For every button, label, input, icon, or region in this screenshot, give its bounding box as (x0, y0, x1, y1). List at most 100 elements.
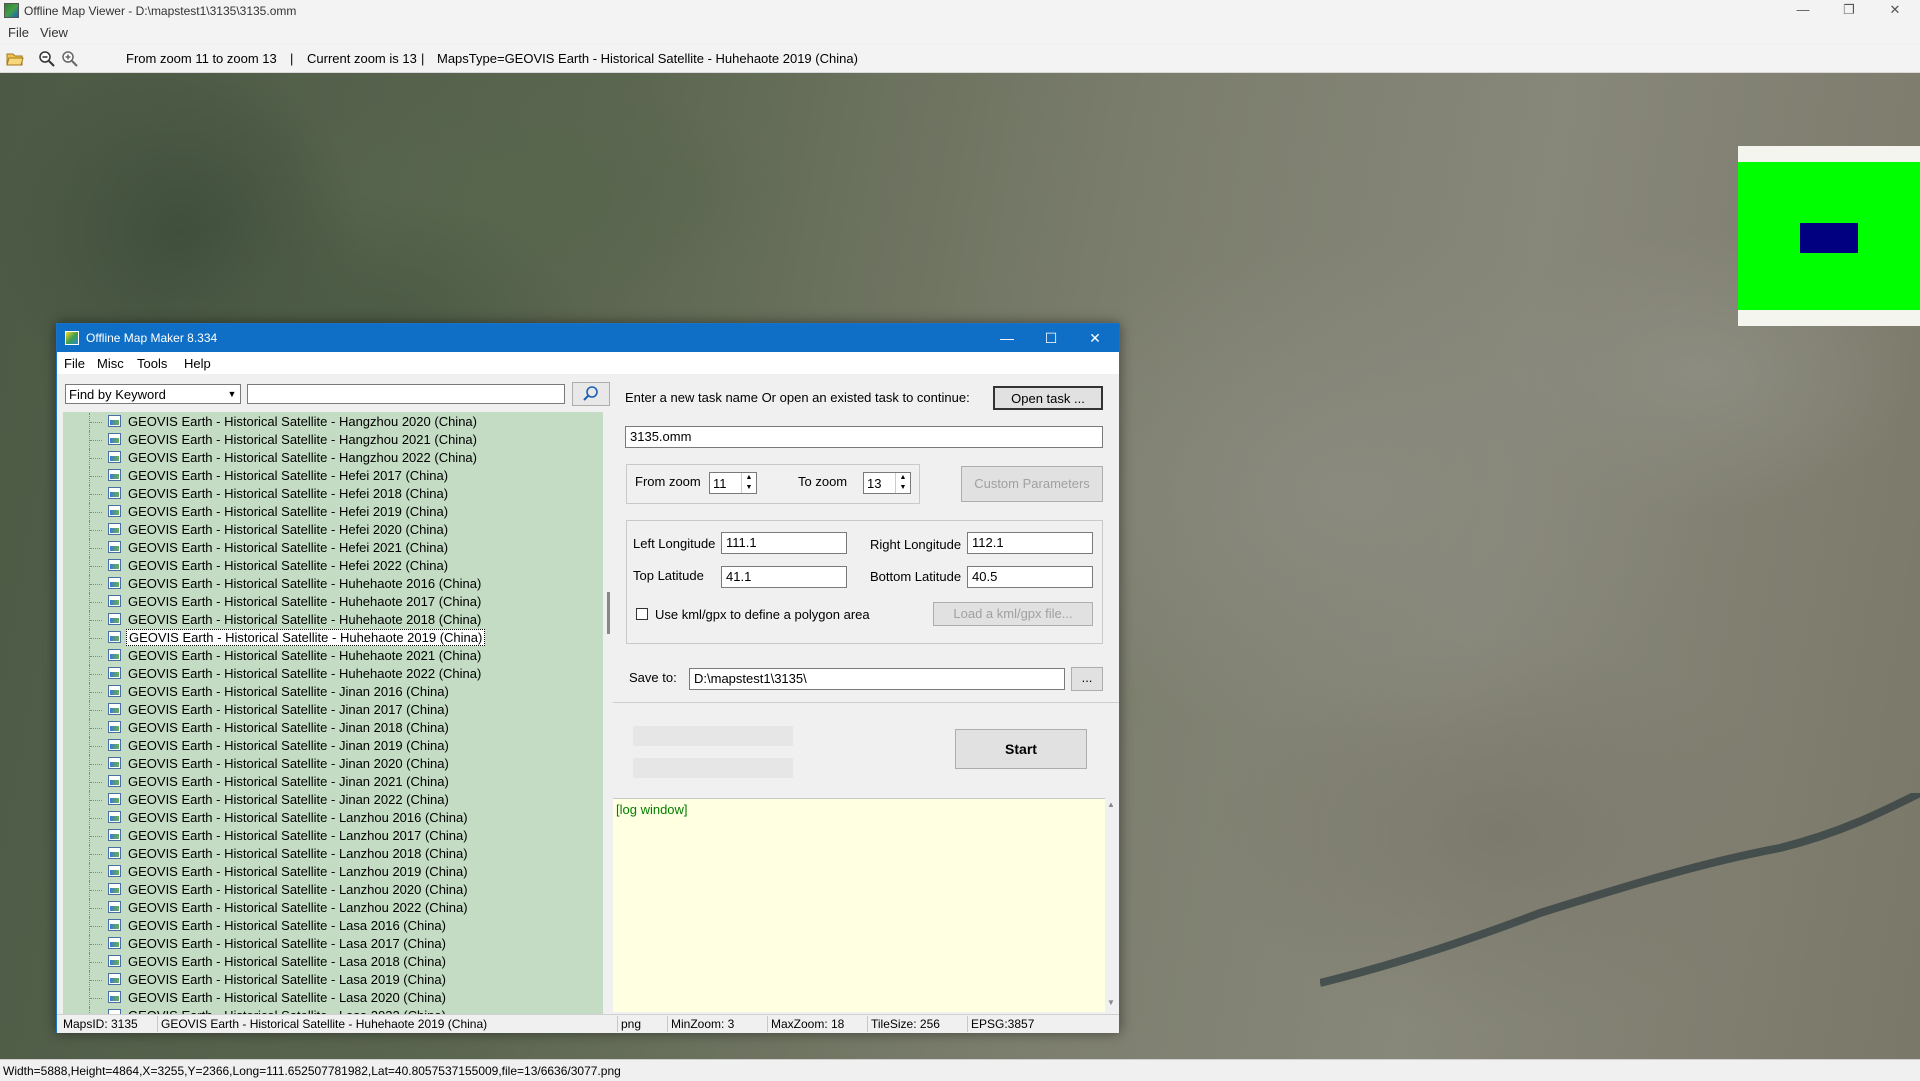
map-type-tree[interactable]: GEOVIS Earth - Historical Satellite - Ha… (63, 412, 603, 1018)
spinner-up-icon[interactable]: ▲ (741, 473, 756, 483)
open-task-button[interactable]: Open task ... (993, 386, 1103, 410)
viewer-toolbar: From zoom 11 to zoom 13 | Current zoom i… (0, 45, 1920, 73)
left-longitude-field[interactable]: 111.1 (721, 532, 847, 554)
browse-button[interactable]: ... (1071, 667, 1103, 691)
tree-item[interactable]: GEOVIS Earth - Historical Satellite - Ji… (63, 791, 603, 809)
tree-item[interactable]: GEOVIS Earth - Historical Satellite - Hu… (63, 665, 603, 683)
restore-button[interactable]: ❐ (1826, 0, 1872, 22)
tree-item[interactable]: GEOVIS Earth - Historical Satellite - Ji… (63, 701, 603, 719)
save-to-field[interactable]: D:\mapstest1\3135\ (689, 668, 1065, 690)
dialog-maximize-button[interactable]: ☐ (1029, 327, 1073, 349)
tree-item-label: GEOVIS Earth - Historical Satellite - He… (128, 540, 449, 555)
spinner-up-icon[interactable]: ▲ (895, 473, 910, 483)
tree-item[interactable]: GEOVIS Earth - Historical Satellite - La… (63, 917, 603, 935)
tree-item[interactable]: GEOVIS Earth - Historical Satellite - La… (63, 827, 603, 845)
status-separator (157, 1016, 158, 1032)
tree-item[interactable]: GEOVIS Earth - Historical Satellite - Hu… (63, 611, 603, 629)
close-button[interactable]: ✕ (1872, 0, 1918, 22)
tree-item[interactable]: GEOVIS Earth - Historical Satellite - Hu… (63, 575, 603, 593)
search-button[interactable] (572, 382, 610, 406)
map-layer-icon (108, 541, 121, 553)
tree-item[interactable]: GEOVIS Earth - Historical Satellite - La… (63, 845, 603, 863)
dialog-menu-help[interactable]: Help (184, 356, 211, 371)
right-longitude-label: Right Longitude (870, 537, 962, 552)
from-zoom-spinner[interactable]: 11 ▲ ▼ (709, 472, 757, 494)
tree-item[interactable]: GEOVIS Earth - Historical Satellite - He… (63, 503, 603, 521)
tree-item[interactable]: GEOVIS Earth - Historical Satellite - Hu… (63, 647, 603, 665)
tree-item[interactable]: GEOVIS Earth - Historical Satellite - Hu… (63, 593, 603, 611)
zoom-in-icon[interactable] (61, 50, 79, 67)
tree-item[interactable]: GEOVIS Earth - Historical Satellite - Ha… (63, 413, 603, 431)
tree-item-label: GEOVIS Earth - Historical Satellite - Hu… (128, 594, 482, 609)
status-min-zoom: MinZoom: 3 (671, 1017, 735, 1031)
kml-checkbox[interactable] (636, 608, 648, 620)
tree-guide-line (90, 890, 102, 891)
dialog-menu-tools[interactable]: Tools (137, 356, 167, 371)
right-longitude-field[interactable]: 112.1 (967, 532, 1093, 554)
map-layer-icon (108, 829, 121, 841)
top-latitude-field[interactable]: 41.1 (721, 566, 847, 588)
tree-item[interactable]: GEOVIS Earth - Historical Satellite - La… (63, 953, 603, 971)
tree-item[interactable]: GEOVIS Earth - Historical Satellite - Ji… (63, 719, 603, 737)
tree-item[interactable]: GEOVIS Earth - Historical Satellite - He… (63, 557, 603, 575)
map-layer-icon (108, 937, 121, 949)
dialog-menu-bar: File Misc Tools Help (57, 352, 1119, 374)
minimize-button[interactable]: — (1780, 0, 1826, 22)
tree-item[interactable]: GEOVIS Earth - Historical Satellite - La… (63, 899, 603, 917)
minimap-viewport[interactable] (1800, 223, 1858, 253)
tree-item[interactable]: GEOVIS Earth - Historical Satellite - Ji… (63, 755, 603, 773)
menu-file[interactable]: File (8, 25, 29, 40)
scroll-up-icon[interactable]: ▲ (1107, 800, 1115, 809)
tree-item[interactable]: GEOVIS Earth - Historical Satellite - Ji… (63, 737, 603, 755)
tree-item[interactable]: GEOVIS Earth - Historical Satellite - La… (63, 881, 603, 899)
dialog-menu-file[interactable]: File (64, 356, 85, 371)
tree-guide-line (90, 998, 102, 999)
menu-view[interactable]: View (40, 25, 68, 40)
tree-item[interactable]: GEOVIS Earth - Historical Satellite - La… (63, 989, 603, 1007)
tree-guide-line (90, 458, 102, 459)
tree-item[interactable]: GEOVIS Earth - Historical Satellite - He… (63, 485, 603, 503)
tree-item-label: GEOVIS Earth - Historical Satellite - Ji… (128, 738, 449, 753)
tree-item-label: GEOVIS Earth - Historical Satellite - La… (128, 972, 446, 987)
scroll-down-icon[interactable]: ▼ (1107, 998, 1115, 1007)
tree-item[interactable]: GEOVIS Earth - Historical Satellite - La… (63, 809, 603, 827)
map-layer-icon (108, 901, 121, 913)
custom-parameters-button[interactable]: Custom Parameters (961, 466, 1103, 502)
status-separator (867, 1016, 868, 1032)
zoom-out-icon[interactable] (38, 50, 56, 67)
tree-item[interactable]: GEOVIS Earth - Historical Satellite - La… (63, 971, 603, 989)
log-window[interactable]: [log window] (613, 798, 1113, 1012)
spinner-down-icon[interactable]: ▼ (741, 483, 756, 493)
tree-guide-line (90, 854, 102, 855)
overview-minimap[interactable] (1738, 146, 1920, 326)
tree-item[interactable]: GEOVIS Earth - Historical Satellite - Ji… (63, 773, 603, 791)
tree-scrollbar-thumb[interactable] (607, 592, 610, 634)
dialog-close-button[interactable]: ✕ (1073, 327, 1117, 349)
log-scrollbar[interactable]: ▲ ▼ (1105, 798, 1119, 1012)
tree-item[interactable]: GEOVIS Earth - Historical Satellite - La… (63, 863, 603, 881)
bottom-latitude-field[interactable]: 40.5 (967, 566, 1093, 588)
tree-guide-line (90, 782, 102, 783)
to-zoom-spinner[interactable]: 13 ▲ ▼ (863, 472, 911, 494)
keyword-search-input[interactable] (247, 384, 565, 404)
tree-item[interactable]: GEOVIS Earth - Historical Satellite - Hu… (63, 629, 603, 647)
spinner-down-icon[interactable]: ▼ (895, 483, 910, 493)
dialog-minimize-button[interactable]: — (985, 327, 1029, 349)
tree-item[interactable]: GEOVIS Earth - Historical Satellite - Ha… (63, 449, 603, 467)
tree-item-label: GEOVIS Earth - Historical Satellite - Hu… (126, 629, 486, 646)
open-folder-icon[interactable] (6, 50, 24, 67)
load-kml-button[interactable]: Load a kml/gpx file... (933, 602, 1093, 626)
tree-item[interactable]: GEOVIS Earth - Historical Satellite - He… (63, 467, 603, 485)
find-mode-select[interactable]: Find by Keyword ▼ (65, 384, 241, 404)
tree-item[interactable]: GEOVIS Earth - Historical Satellite - La… (63, 935, 603, 953)
tree-item[interactable]: GEOVIS Earth - Historical Satellite - He… (63, 539, 603, 557)
task-name-field[interactable]: 3135.omm (625, 426, 1103, 448)
dialog-title-bar[interactable]: Offline Map Maker 8.334 — ☐ ✕ (57, 324, 1119, 352)
tree-item[interactable]: GEOVIS Earth - Historical Satellite - Ji… (63, 683, 603, 701)
chevron-down-icon[interactable]: ▼ (224, 385, 240, 403)
tree-item[interactable]: GEOVIS Earth - Historical Satellite - Ha… (63, 431, 603, 449)
dialog-menu-misc[interactable]: Misc (97, 356, 124, 371)
to-zoom-label: To zoom (798, 474, 848, 489)
tree-item[interactable]: GEOVIS Earth - Historical Satellite - He… (63, 521, 603, 539)
start-button[interactable]: Start (955, 729, 1087, 769)
